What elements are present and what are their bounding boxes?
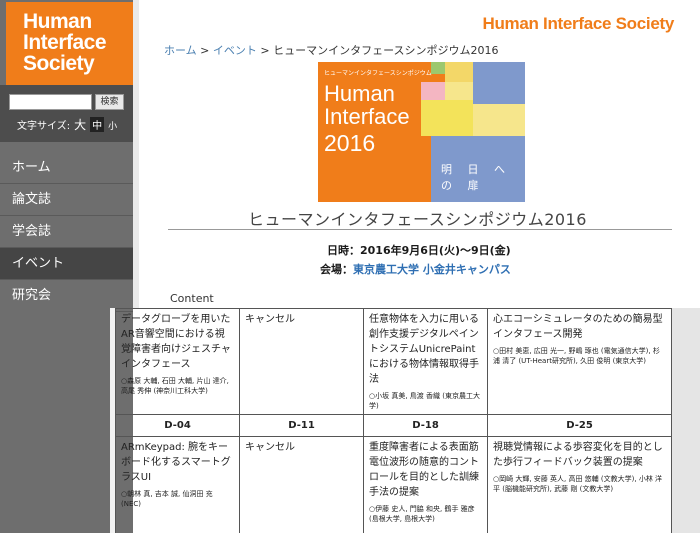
talk-title: 重度障害者による表面筋電位波形の随意的コントロールを目的とした訓練手法の提案 — [369, 442, 479, 498]
breadcrumb-separator: > — [256, 44, 274, 57]
session-code: D-18 — [363, 414, 488, 437]
search-area: 検索 文字サイズ: 大中小 — [0, 85, 133, 142]
banner-subtitle: ヒューマンインタフェースシンポジウム — [324, 70, 432, 77]
talk-authors: ○小坂 真美, 鳥渡 香織 (東京農工大学) — [369, 392, 480, 410]
logo-line: Interface — [23, 31, 107, 54]
table-cell: 心エコーシミュレータのための簡易型インタフェース開発 ○田村 美恵, 広田 光一… — [487, 308, 672, 415]
table-row: D-04 D-11 D-18 D-25 — [115, 414, 672, 437]
banner-square — [421, 100, 473, 136]
font-size-switcher: 文字サイズ: 大中小 — [17, 116, 119, 133]
table-cell: キャンセル — [239, 308, 364, 415]
font-size-medium-button[interactable]: 中 — [90, 117, 105, 132]
table-cell: 任意物体を入力に用いる創作支援デジタルペイントシステムUnicrePaintにお… — [363, 308, 488, 415]
content-heading: Content — [170, 292, 214, 305]
venue-link[interactable]: 東京農工大学 小金井キャンパス — [353, 263, 511, 276]
banner-square — [473, 62, 525, 104]
event-venue: 会場：東京農工大学 小金井キャンパス — [320, 261, 511, 277]
talk-authors: ○伊藤 史人, 門脇 和央, 鶴手 雅彦 (島根大学, 島根大学) — [369, 505, 475, 523]
table-cell: 重度障害者による表面筋電位波形の随意的コントロールを目的とした訓練手法の提案 ○… — [363, 436, 488, 533]
nav-item-events[interactable]: イベント — [0, 248, 133, 280]
nav-item-home[interactable]: ホーム — [0, 152, 133, 184]
banner-square — [473, 104, 525, 136]
talk-title: 任意物体を入力に用いる創作支援デジタルペイントシステムUnicrePaintにお… — [369, 314, 479, 385]
banner-title-line: Human — [324, 81, 395, 106]
program-section: データグローブを用いたAR音響空間における視覚障害者向けジェスチャインタフェース… — [0, 308, 700, 533]
font-size-small-button[interactable]: 小 — [106, 119, 119, 132]
table-cell: キャンセル — [239, 436, 364, 533]
search-button[interactable]: 検索 — [95, 94, 124, 110]
talk-title: 視聴覚情報による歩容変化を目的とした歩行フィードバック装置の提案 — [493, 442, 663, 468]
breadcrumb-home-link[interactable]: ホーム — [164, 44, 197, 57]
date-value: 2016年9月6日(火)～9日(金) — [360, 244, 511, 257]
talk-authors: ○岡崎 大輝, 安藤 英人, 高田 悠輔 (文教大学), 小林 洋平 (脳機能研… — [493, 475, 663, 493]
scroll-gutter — [671, 308, 700, 533]
banner-square — [445, 62, 473, 82]
banner-title-line: Interface — [324, 104, 410, 129]
table-row: データグローブを用いたAR音響空間における視覚障害者向けジェスチャインタフェース… — [115, 308, 672, 415]
event-banner: ヒューマンインタフェースシンポジウム Human Interface 2016 … — [318, 62, 525, 202]
search-input[interactable] — [9, 94, 92, 110]
banner-year: 2016 — [324, 130, 376, 156]
banner-tagline: 明 日 へ の 扉 — [431, 136, 525, 202]
banner-square — [421, 82, 445, 100]
breadcrumb-events-link[interactable]: イベント — [213, 44, 257, 57]
table-cell: 視聴覚情報による歩容変化を目的とした歩行フィードバック装置の提案 ○岡崎 大輝,… — [487, 436, 672, 533]
font-size-label: 文字サイズ: — [17, 121, 71, 132]
logo-line: Human — [23, 10, 92, 33]
banner-square — [445, 82, 473, 100]
talk-title: ARmKeypad: 腕をキーボード化するスマートグラスUI — [121, 442, 231, 483]
talk-authors: ○田村 美恵, 広田 光一, 野嶋 琢也 (電気通信大学), 杉浦 清了 (UT… — [493, 347, 660, 365]
banner-square — [431, 62, 445, 74]
banner-title: Human Interface — [324, 82, 410, 128]
table-row: ARmKeypad: 腕をキーボード化するスマートグラスUI ○朝林 真, 吉本… — [115, 436, 672, 533]
site-name[interactable]: Human Interface Society — [483, 14, 675, 34]
table-cell: ARmKeypad: 腕をキーボード化するスマートグラスUI ○朝林 真, 吉本… — [115, 436, 240, 533]
title-divider — [168, 229, 672, 230]
breadcrumb-current: ヒューマンインタフェースシンポジウム2016 — [273, 44, 499, 57]
talk-authors: ○森原 大輔, 石田 大輔, 片山 達介, 高尾 秀伸 (神奈川工科大学) — [121, 377, 229, 395]
main-nav: ホーム 論文誌 学会誌 イベント 研究会 — [0, 152, 133, 312]
breadcrumb-separator: > — [196, 44, 213, 57]
site-logo[interactable]: Human Interface Society — [6, 2, 133, 85]
page-title: ヒューマンインタフェースシンポジウム2016 — [248, 210, 587, 229]
sidebar-background — [0, 308, 110, 533]
font-size-large-button[interactable]: 大 — [72, 116, 88, 133]
nav-item-magazine[interactable]: 学会誌 — [0, 216, 133, 248]
talk-authors: ○朝林 真, 吉本 誠, 仙洞田 充 (NEC) — [121, 490, 213, 508]
table-cell: データグローブを用いたAR音響空間における視覚障害者向けジェスチャインタフェース… — [115, 308, 240, 415]
talk-title: データグローブを用いたAR音響空間における視覚障害者向けジェスチャインタフェース — [121, 314, 231, 370]
venue-label: 会場： — [320, 263, 353, 276]
date-label: 日時： — [327, 244, 360, 257]
breadcrumb: ホーム > イベント > ヒューマンインタフェースシンポジウム2016 — [164, 42, 499, 58]
logo-line: Society — [23, 52, 95, 75]
session-code: D-04 — [115, 414, 240, 437]
talk-title: 心エコーシミュレータのための簡易型インタフェース開発 — [493, 314, 663, 340]
program-table: データグローブを用いたAR音響空間における視覚障害者向けジェスチャインタフェース… — [115, 308, 672, 533]
nav-item-journal[interactable]: 論文誌 — [0, 184, 133, 216]
session-code: D-11 — [239, 414, 364, 437]
session-code: D-25 — [487, 414, 672, 437]
event-date: 日時：2016年9月6日(火)～9日(金) — [327, 242, 511, 258]
talk-title: キャンセル — [245, 314, 295, 325]
talk-title: キャンセル — [245, 442, 295, 453]
